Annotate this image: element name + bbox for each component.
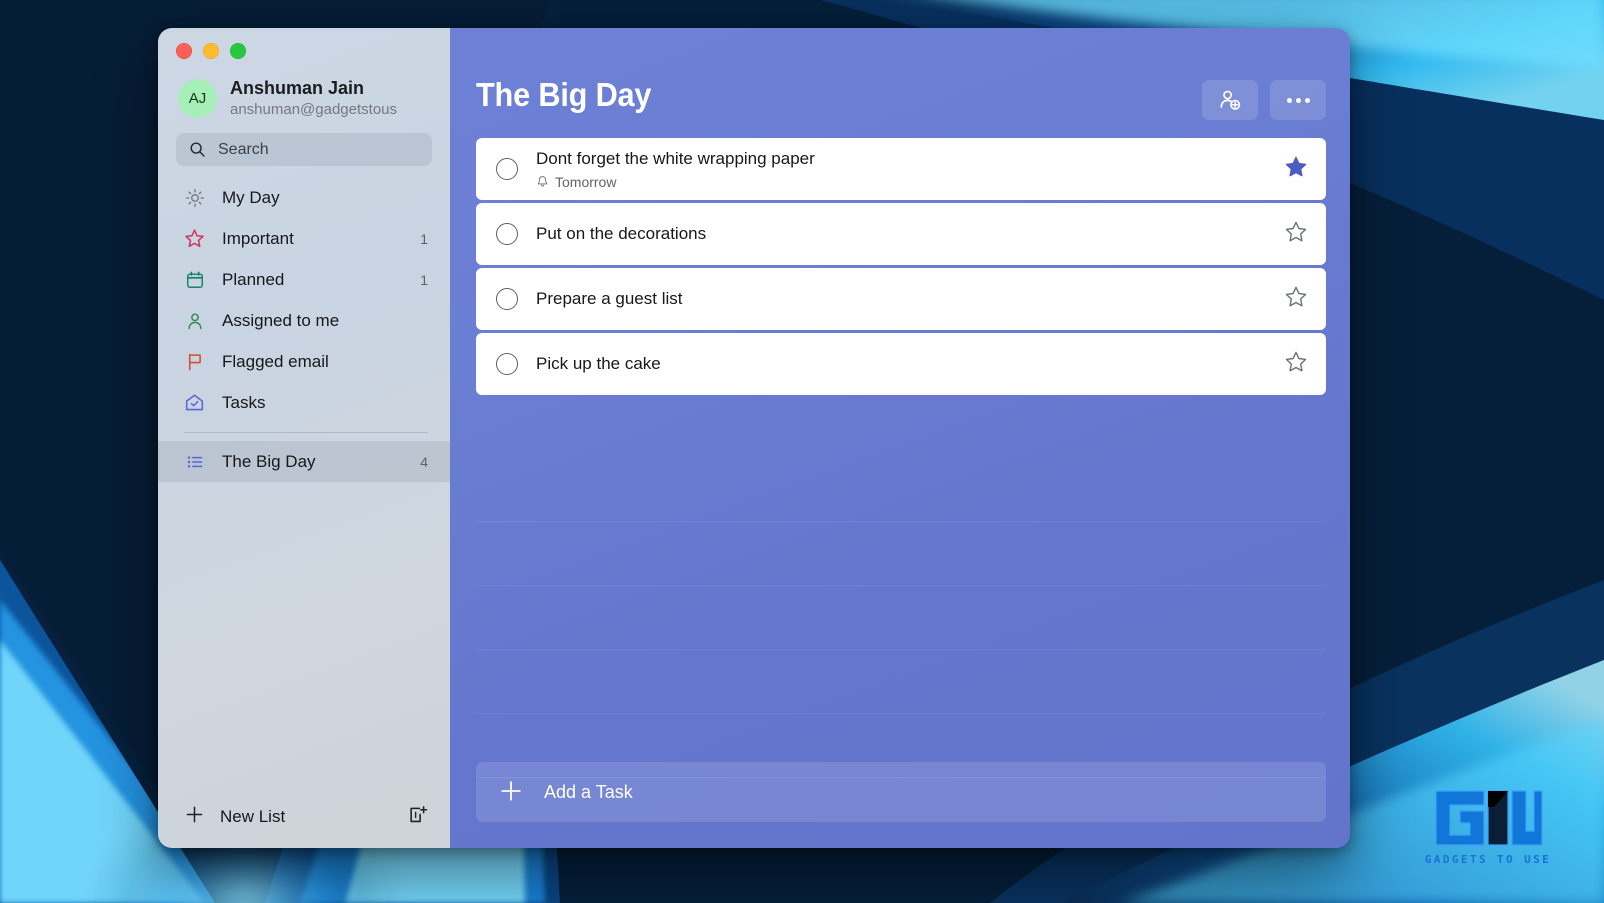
star-toggle[interactable] [1284, 155, 1308, 184]
search-placeholder: Search [218, 140, 269, 158]
account-row[interactable]: AJ Anshuman Jain anshuman@gadgetstous [158, 59, 450, 119]
flag-icon [184, 351, 205, 372]
new-list-group-icon[interactable] [406, 804, 428, 831]
star-icon [1285, 221, 1307, 241]
sidebar-item-label: The Big Day [222, 451, 316, 471]
star-toggle[interactable] [1284, 285, 1308, 314]
search-icon [190, 142, 205, 157]
account-name: Anshuman Jain [230, 78, 365, 98]
sidebar-nav: My Day Important 1 Planned 1 Assigned to… [158, 177, 450, 482]
star-icon [1285, 286, 1307, 306]
sidebar-item-label: Planned [222, 269, 285, 289]
sidebar-item-count: 1 [420, 230, 428, 247]
table-row[interactable]: Dont forget the white wrapping paper Tom… [476, 138, 1326, 200]
search-input[interactable]: Search [176, 133, 432, 166]
star-icon [1285, 351, 1307, 371]
star-icon [184, 228, 205, 249]
app-window: AJ Anshuman Jain anshuman@gadgetstous Se… [158, 28, 1350, 848]
sidebar-item-label: Important [222, 228, 294, 248]
task-list: Dont forget the white wrapping paper Tom… [450, 120, 1350, 395]
new-list-button[interactable]: New List [184, 804, 392, 830]
sidebar-item-label: Tasks [222, 392, 266, 412]
ellipsis-icon [1286, 97, 1310, 103]
sidebar-footer: New List [158, 786, 450, 848]
star-toggle[interactable] [1284, 350, 1308, 379]
complete-task-checkbox[interactable] [496, 223, 518, 245]
sidebar-item-the-big-day[interactable]: The Big Day 4 [158, 441, 450, 482]
sidebar-item-assigned-to-me[interactable]: Assigned to me [158, 300, 450, 341]
sidebar-item-flagged-email[interactable]: Flagged email [158, 341, 450, 382]
task-title: Prepare a guest list [536, 288, 683, 308]
page-title: The Big Day [476, 76, 652, 113]
main-pane: The Big Day Dont forget the white wrappi… [450, 28, 1350, 848]
sidebar-item-count: 4 [420, 453, 428, 470]
star-icon [1285, 156, 1307, 176]
share-list-button[interactable] [1202, 80, 1258, 120]
account-email: anshuman@gadgetstous [230, 100, 398, 118]
sidebar-item-label: My Day [222, 187, 280, 207]
list-icon [184, 451, 205, 472]
task-title: Dont forget the white wrapping paper [536, 149, 815, 169]
table-row[interactable]: Pick up the cake [476, 333, 1326, 395]
minimize-button[interactable] [203, 43, 219, 59]
bell-icon [537, 176, 548, 187]
maximize-button[interactable] [230, 43, 246, 59]
person-add-icon [1220, 90, 1241, 110]
task-title: Put on the decorations [536, 223, 707, 243]
task-title: Pick up the cake [536, 353, 661, 373]
new-list-label: New List [220, 807, 286, 826]
house-check-icon [184, 392, 205, 413]
header-actions [1202, 80, 1326, 120]
sun-icon [184, 187, 205, 208]
empty-row-dividers [476, 458, 1326, 778]
complete-task-checkbox[interactable] [496, 353, 518, 375]
task-due: Tomorrow [555, 173, 617, 190]
sidebar-item-planned[interactable]: Planned 1 [158, 259, 450, 300]
sidebar-item-count: 1 [420, 271, 428, 288]
more-options-button[interactable] [1270, 80, 1326, 120]
add-task-label: Add a Task [544, 781, 633, 802]
calendar-icon [184, 269, 205, 290]
avatar: AJ [178, 78, 217, 118]
sidebar: AJ Anshuman Jain anshuman@gadgetstous Se… [158, 28, 450, 848]
sidebar-item-label: Assigned to me [222, 310, 340, 330]
sidebar-item-tasks[interactable]: Tasks [158, 382, 450, 423]
sidebar-divider [184, 432, 428, 433]
sidebar-item-label: Flagged email [222, 351, 329, 371]
table-row[interactable]: Prepare a guest list [476, 268, 1326, 330]
person-icon [184, 310, 205, 331]
close-button[interactable] [176, 43, 192, 59]
plus-icon [184, 804, 205, 830]
window-controls [158, 28, 450, 59]
main-header: The Big Day [450, 28, 1350, 120]
complete-task-checkbox[interactable] [496, 288, 518, 310]
sidebar-item-important[interactable]: Important 1 [158, 218, 450, 259]
table-row[interactable]: Put on the decorations [476, 203, 1326, 265]
complete-task-checkbox[interactable] [496, 158, 518, 180]
sidebar-item-my-day[interactable]: My Day [158, 177, 450, 218]
star-toggle[interactable] [1284, 220, 1308, 249]
plus-icon [498, 778, 524, 807]
task-meta: Tomorrow [536, 174, 1266, 190]
